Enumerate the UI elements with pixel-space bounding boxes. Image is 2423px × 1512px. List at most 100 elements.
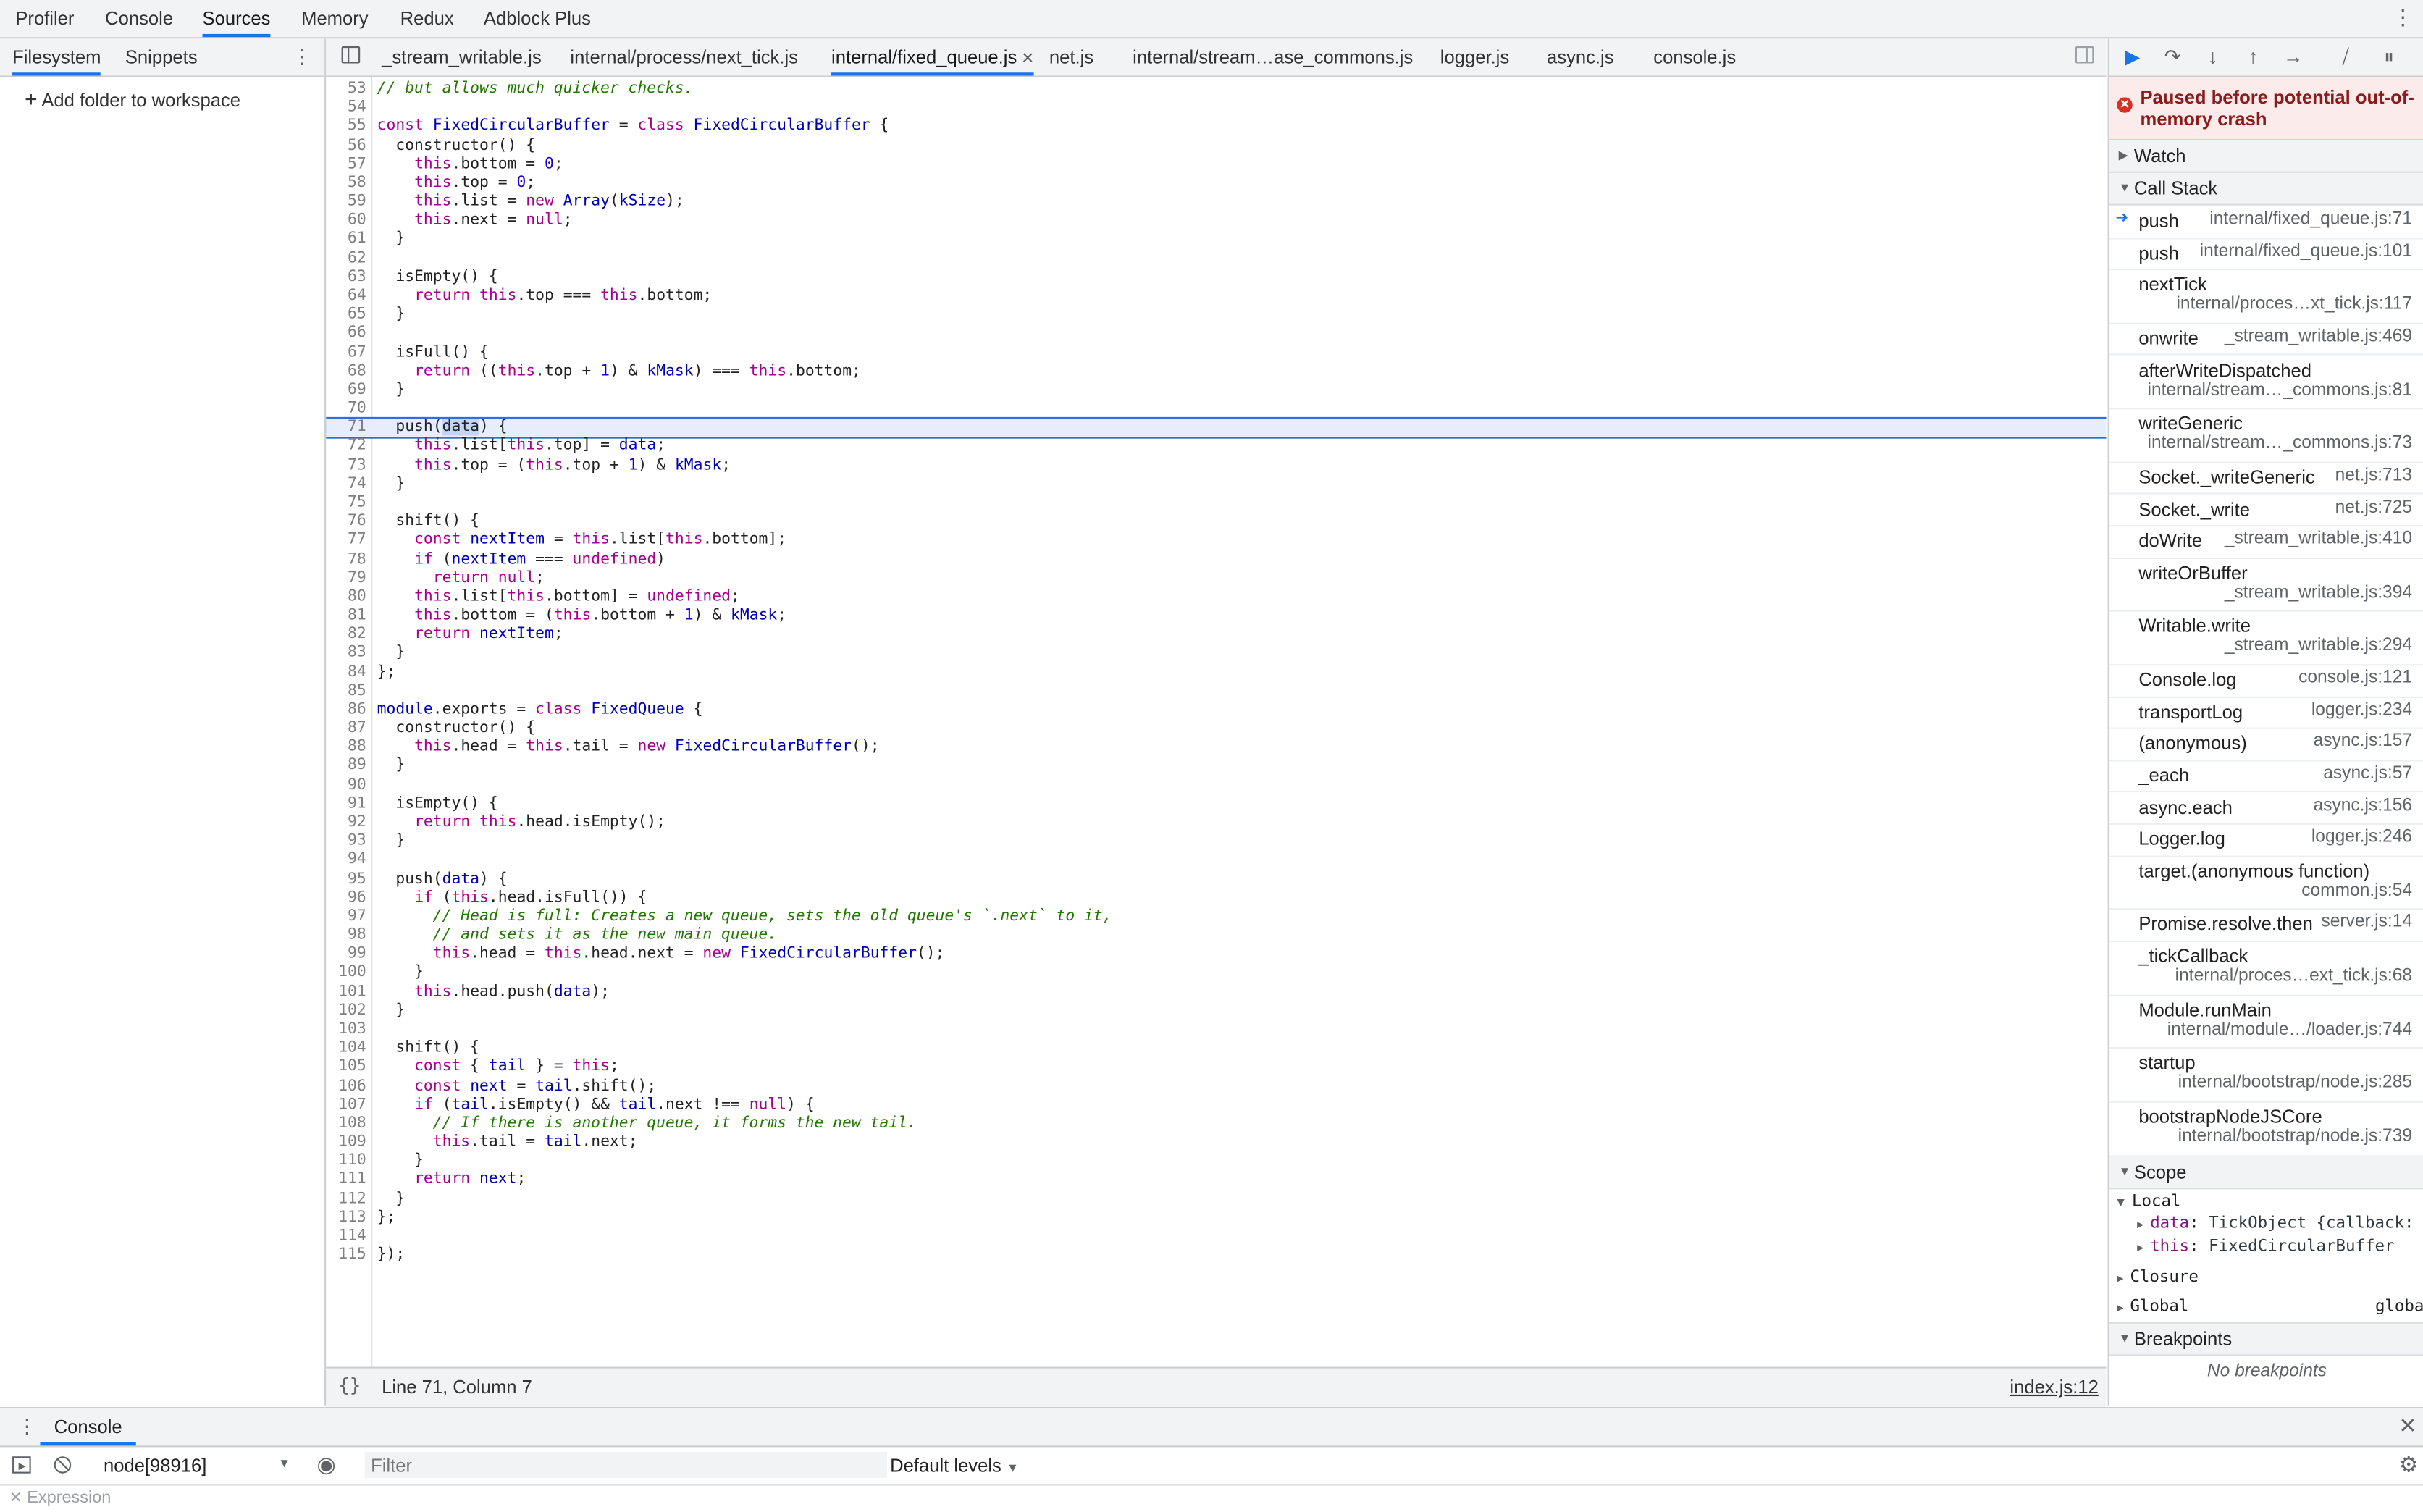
- toggle-debugger-icon[interactable]: [2075, 46, 2094, 64]
- tab-memory[interactable]: Memory: [301, 0, 368, 37]
- line-number[interactable]: 62: [326, 250, 366, 269]
- call-frame[interactable]: onwrite _stream_writable.js:469: [2109, 323, 2423, 356]
- line-number[interactable]: 98: [326, 927, 366, 946]
- line-number[interactable]: 58: [326, 175, 366, 193]
- pause-on-exceptions-icon[interactable]: ⏸: [2375, 43, 2403, 71]
- line-number[interactable]: 110: [326, 1153, 366, 1172]
- tab-profiler[interactable]: Profiler: [15, 0, 74, 37]
- line-number[interactable]: 82: [326, 626, 366, 644]
- line-number[interactable]: 95: [326, 870, 366, 889]
- call-frame[interactable]: ➜ push internal/fixed_queue.js:71: [2109, 206, 2423, 239]
- gear-icon[interactable]: ⚙: [2399, 1452, 2419, 1478]
- line-number[interactable]: 104: [326, 1040, 366, 1059]
- line-number[interactable]: 61: [326, 231, 366, 250]
- call-stack-section-header[interactable]: ▼ Call Stack: [2109, 172, 2423, 206]
- close-drawer-icon[interactable]: ✕: [2398, 1414, 2416, 1440]
- source-link[interactable]: index.js:12: [2010, 1376, 2098, 1398]
- call-frame[interactable]: writeOrBuffer _stream_writable.js:394: [2109, 557, 2423, 613]
- editor-tab[interactable]: _stream_writable.js: [382, 38, 542, 75]
- line-number[interactable]: 57: [326, 156, 366, 175]
- call-frame[interactable]: afterWriteDispatched internal/stream…_com…: [2109, 354, 2423, 410]
- line-number[interactable]: 56: [326, 137, 366, 156]
- line-number[interactable]: 101: [326, 983, 366, 1002]
- scope-global[interactable]: ▶ Global global: [2117, 1297, 2423, 1316]
- call-frame[interactable]: _tickCallback internal/proces…ext_tick.js…: [2109, 941, 2423, 996]
- editor-tab[interactable]: logger.js: [1440, 38, 1509, 75]
- context-dropdown-icon[interactable]: ▼: [278, 1456, 290, 1470]
- line-number[interactable]: 55: [326, 118, 366, 137]
- toggle-navigator-icon[interactable]: [341, 46, 361, 64]
- scope-section-header[interactable]: ▼ Scope: [2109, 1156, 2423, 1189]
- line-number[interactable]: 71: [326, 419, 366, 437]
- line-number[interactable]: 89: [326, 757, 366, 776]
- line-number[interactable]: 60: [326, 212, 366, 231]
- line-number[interactable]: 91: [326, 795, 366, 814]
- line-number[interactable]: 69: [326, 382, 366, 400]
- line-number[interactable]: 85: [326, 682, 366, 701]
- scope-variable[interactable]: ▶ data: TickObject {callback: …: [2137, 1214, 2423, 1232]
- line-number[interactable]: 70: [326, 400, 366, 419]
- call-frame[interactable]: doWrite _stream_writable.js:410: [2109, 525, 2423, 559]
- line-number[interactable]: 100: [326, 965, 366, 983]
- line-number[interactable]: 115: [326, 1247, 366, 1266]
- call-frame[interactable]: Promise.resolve.then server.js:14: [2109, 909, 2423, 942]
- call-frame[interactable]: Writable.write _stream_writable.js:294: [2109, 610, 2423, 666]
- call-frame[interactable]: async.each async.js:156: [2109, 791, 2423, 826]
- line-number[interactable]: 96: [326, 889, 366, 908]
- tab-sources[interactable]: Sources: [202, 0, 271, 38]
- filter-input[interactable]: [364, 1451, 887, 1479]
- line-number[interactable]: 88: [326, 739, 366, 757]
- step-icon[interactable]: →: [2280, 43, 2307, 71]
- line-number[interactable]: 74: [326, 475, 366, 494]
- line-number[interactable]: 90: [326, 776, 366, 795]
- line-number[interactable]: 108: [326, 1115, 366, 1134]
- call-frame[interactable]: push internal/fixed_queue.js:101: [2109, 238, 2423, 271]
- line-number[interactable]: 77: [326, 532, 366, 550]
- line-number[interactable]: 73: [326, 456, 366, 475]
- scope-variable[interactable]: ▶ this: FixedCircularBuffer: [2137, 1237, 2394, 1256]
- context-selector[interactable]: node[98916]: [104, 1455, 206, 1477]
- step-into-icon[interactable]: ↓: [2199, 43, 2227, 71]
- close-tab-icon[interactable]: ✕: [1017, 51, 1034, 67]
- call-frame[interactable]: startup internal/bootstrap/node.js:285: [2109, 1048, 2423, 1103]
- line-number[interactable]: 84: [326, 663, 366, 682]
- editor-tab[interactable]: console.js: [1653, 38, 1736, 75]
- line-number[interactable]: 53: [326, 80, 366, 99]
- tab-snippets[interactable]: Snippets: [125, 38, 198, 75]
- deactivate-breakpoints-icon[interactable]: ⧸: [2332, 43, 2359, 71]
- call-frame[interactable]: transportLog logger.js:234: [2109, 696, 2423, 730]
- call-frame[interactable]: nextTick internal/proces…xt_tick.js:117: [2109, 269, 2423, 324]
- line-number[interactable]: 92: [326, 814, 366, 833]
- line-number[interactable]: 67: [326, 344, 366, 363]
- line-number[interactable]: 109: [326, 1134, 366, 1153]
- resume-icon[interactable]: ▶: [2119, 43, 2146, 71]
- eye-icon[interactable]: ◉: [316, 1452, 335, 1478]
- line-number[interactable]: 80: [326, 588, 366, 607]
- line-number[interactable]: 59: [326, 193, 366, 212]
- scope-closure[interactable]: ▶ Closure: [2117, 1268, 2198, 1287]
- tab-console[interactable]: Console: [105, 0, 173, 37]
- line-number[interactable]: 65: [326, 306, 366, 325]
- line-number[interactable]: 111: [326, 1172, 366, 1190]
- line-number[interactable]: 81: [326, 607, 366, 626]
- line-number[interactable]: 72: [326, 437, 366, 456]
- line-number[interactable]: 87: [326, 720, 366, 739]
- add-folder-button[interactable]: + Add folder to workspace: [25, 86, 240, 111]
- line-number[interactable]: 97: [326, 908, 366, 927]
- editor-tab[interactable]: internal/stream…ase_commons.js: [1133, 38, 1413, 75]
- call-frame[interactable]: Console.log console.js:121: [2109, 664, 2423, 698]
- call-frame[interactable]: Logger.log logger.js:246: [2109, 823, 2423, 857]
- line-number[interactable]: 63: [326, 269, 366, 287]
- navigator-menu-icon[interactable]: ⋮: [292, 45, 312, 70]
- scope-local[interactable]: ▼ Local: [2117, 1192, 2180, 1211]
- step-out-icon[interactable]: ↑: [2239, 43, 2267, 71]
- more-menu-icon[interactable]: ⋮: [2392, 4, 2414, 30]
- line-number[interactable]: 75: [326, 494, 366, 513]
- call-frame[interactable]: (anonymous) async.js:157: [2109, 728, 2423, 762]
- breakpoints-section-header[interactable]: ▼ Breakpoints: [2109, 1322, 2423, 1356]
- line-number[interactable]: 99: [326, 946, 366, 965]
- step-over-icon[interactable]: ↷: [2159, 43, 2186, 71]
- editor-tab[interactable]: async.js: [1547, 38, 1614, 75]
- editor-tab[interactable]: internal/process/next_tick.js: [570, 38, 798, 75]
- line-number[interactable]: 86: [326, 701, 366, 720]
